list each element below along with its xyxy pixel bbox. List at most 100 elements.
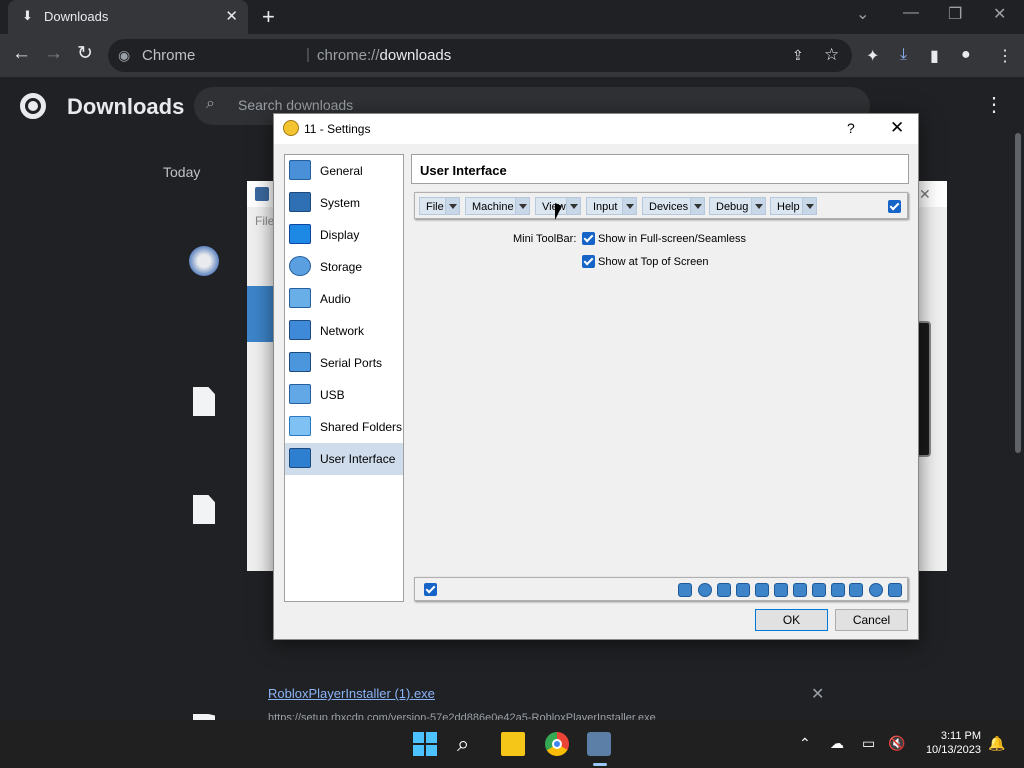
bookmark-star-icon[interactable]: ☆ xyxy=(824,45,839,65)
onedrive-icon[interactable]: ☁ xyxy=(830,735,844,752)
chevron-down-icon[interactable] xyxy=(622,198,636,214)
menu-debug-button[interactable]: Debug xyxy=(709,197,766,215)
section-system[interactable]: System xyxy=(285,187,403,219)
chevron-down-icon[interactable] xyxy=(802,198,816,214)
statusbar-enabled-checkbox[interactable] xyxy=(424,583,437,596)
share-icon[interactable]: ⇪ xyxy=(792,47,804,64)
show-top-label[interactable]: Show at Top of Screen xyxy=(598,256,708,268)
ok-button[interactable]: OK xyxy=(755,609,828,631)
menu-icon[interactable]: ⋮ xyxy=(997,46,1013,66)
downloads-icon[interactable]: ⤓ xyxy=(900,46,907,64)
active-app-indicator xyxy=(593,763,607,766)
section-label: Display xyxy=(320,228,360,242)
menu-label: Machine xyxy=(472,201,514,213)
volume-muted-icon[interactable]: 🔇 xyxy=(888,735,905,752)
show-fullscreen-label[interactable]: Show in Full-screen/Seamless xyxy=(598,233,746,245)
file-explorer-icon[interactable] xyxy=(501,732,525,756)
section-display[interactable]: Display xyxy=(285,219,403,251)
menubar-enabled-checkbox[interactable] xyxy=(888,200,901,213)
manager-menu-file[interactable]: File xyxy=(255,214,274,228)
section-label: General xyxy=(320,164,363,178)
network-icon xyxy=(289,320,311,340)
minimize-button[interactable]: — xyxy=(903,4,919,22)
dialog-title: 11 - Settings xyxy=(304,122,371,136)
file-icon xyxy=(193,387,215,416)
section-audio[interactable]: Audio xyxy=(285,283,403,315)
recording-status-icon[interactable] xyxy=(831,583,845,597)
menu-machine-button[interactable]: Machine xyxy=(465,197,530,215)
section-serial-ports[interactable]: Serial Ports xyxy=(285,347,403,379)
installer-file-icon xyxy=(189,246,219,276)
show-fullscreen-checkbox[interactable] xyxy=(582,232,595,245)
extensions-icon[interactable]: ✦ xyxy=(866,46,879,66)
system-clock[interactable]: 3:11 PM 10/13/2023 xyxy=(921,730,981,756)
settings-dialog: 11 - Settings ? ✕ General System Display… xyxy=(273,113,919,640)
keyboard-capture-icon[interactable] xyxy=(888,583,902,597)
hard-disk-icon[interactable] xyxy=(678,583,692,597)
user-interface-icon xyxy=(289,448,311,468)
virtualization-status-icon[interactable] xyxy=(849,583,863,597)
usb-status-icon[interactable] xyxy=(774,583,788,597)
menu-devices-button[interactable]: Devices xyxy=(642,197,705,215)
new-tab-button[interactable]: + xyxy=(262,4,275,30)
selected-vm-highlight[interactable] xyxy=(247,286,275,342)
address-bar[interactable]: ◉ Chrome | chrome://downloads ⇪ ☆ xyxy=(108,39,852,72)
menu-help-button[interactable]: Help xyxy=(770,197,817,215)
more-actions-icon[interactable]: ⋮ xyxy=(984,92,1004,117)
forward-button[interactable]: → xyxy=(44,44,63,64)
download-icon: ⬇ xyxy=(22,8,33,23)
file-icon xyxy=(193,495,215,524)
floppy-icon[interactable] xyxy=(717,583,731,597)
mouse-integration-icon[interactable] xyxy=(869,583,883,597)
profile-icon[interactable]: ● xyxy=(961,46,971,64)
close-tab-icon[interactable]: ✕ xyxy=(225,7,238,25)
section-label: User Interface xyxy=(320,452,396,466)
audio-status-icon[interactable] xyxy=(736,583,750,597)
monitor-icon[interactable]: ▭ xyxy=(862,735,875,752)
chrome-taskbar-icon[interactable] xyxy=(545,732,569,756)
close-dialog-button[interactable]: ✕ xyxy=(890,118,904,138)
search-icon[interactable]: ⌕ xyxy=(457,732,481,756)
remove-download-icon[interactable]: ✕ xyxy=(811,684,824,704)
shared-folders-status-icon[interactable] xyxy=(793,583,807,597)
download-item-link[interactable]: RobloxPlayerInstaller (1).exe xyxy=(268,686,435,701)
virtualbox-taskbar-icon[interactable] xyxy=(587,732,611,756)
network-status-icon[interactable] xyxy=(755,583,769,597)
section-storage[interactable]: Storage xyxy=(285,251,403,283)
close-window-button[interactable]: ✕ xyxy=(993,4,1006,24)
start-windows-icon[interactable] xyxy=(413,732,437,756)
usb-icon xyxy=(289,384,311,404)
chevron-down-icon[interactable] xyxy=(690,198,704,214)
section-usb[interactable]: USB xyxy=(285,379,403,411)
chevron-down-icon[interactable] xyxy=(751,198,765,214)
display-monitor-icon xyxy=(289,224,311,244)
menu-label: Devices xyxy=(649,201,689,213)
chevron-down-icon[interactable] xyxy=(445,198,459,214)
optical-drive-icon[interactable] xyxy=(698,583,712,597)
page-header: User Interface xyxy=(411,154,909,184)
manager-close-icon[interactable]: ✕ xyxy=(919,186,931,203)
cancel-button[interactable]: Cancel xyxy=(835,609,908,631)
section-user-interface[interactable]: User Interface xyxy=(285,443,403,475)
tab-search-icon[interactable]: ⌄ xyxy=(856,4,869,24)
section-network[interactable]: Network xyxy=(285,315,403,347)
scrollbar-thumb[interactable] xyxy=(1015,133,1021,453)
restore-button[interactable]: ❐ xyxy=(948,4,962,24)
help-button[interactable]: ? xyxy=(847,120,855,136)
menu-file-button[interactable]: File xyxy=(419,197,460,215)
show-top-checkbox[interactable] xyxy=(582,255,595,268)
page-scrollbar[interactable] xyxy=(1012,133,1024,720)
display-status-icon[interactable] xyxy=(812,583,826,597)
side-panel-icon[interactable]: ▮ xyxy=(930,46,939,66)
reload-button[interactable]: ↻ xyxy=(77,44,93,64)
notification-bell-icon[interactable]: 🔔 xyxy=(988,735,1005,752)
section-shared-folders[interactable]: Shared Folders xyxy=(285,411,403,443)
tab-downloads[interactable]: ⬇ Downloads ✕ xyxy=(8,0,248,34)
folder-icon xyxy=(289,416,311,436)
chevron-down-icon[interactable] xyxy=(566,198,580,214)
section-general[interactable]: General xyxy=(285,155,403,187)
show-hidden-icons-icon[interactable]: ⌃ xyxy=(799,735,811,752)
back-button[interactable]: ← xyxy=(12,44,31,64)
chevron-down-icon[interactable] xyxy=(515,198,529,214)
menu-input-button[interactable]: Input xyxy=(586,197,637,215)
